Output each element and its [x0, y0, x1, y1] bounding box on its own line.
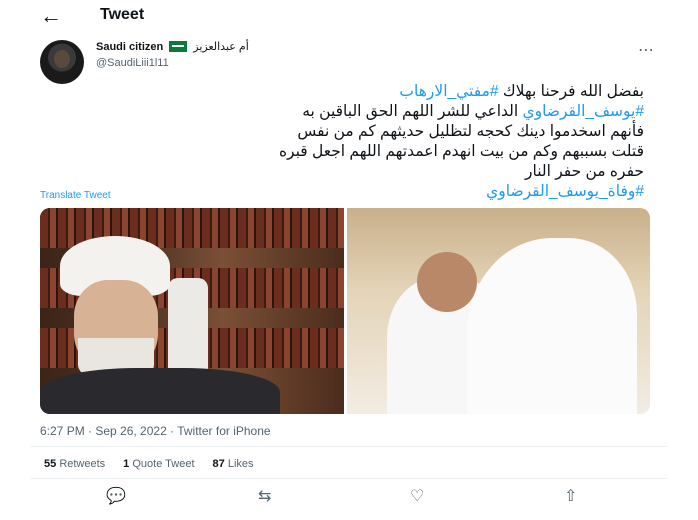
media-image-embrace[interactable] — [346, 208, 650, 414]
person-left-head — [416, 252, 477, 312]
hashtag-death-qaradawi[interactable]: #وفاة_يوسف_القرضاوي — [486, 183, 644, 200]
tweet-line-2: #يوسف_القرضاوي الداعي للشر اللهم الحق ال… — [40, 102, 644, 122]
media-image-portrait[interactable] — [40, 208, 344, 414]
quotes-count: 1 — [123, 458, 130, 470]
retweets-label: Retweets — [59, 458, 106, 470]
quotes-label: Quote Tweet — [132, 458, 195, 470]
tweet-line-2-text: الداعي للشر اللهم الحق الباقين به — [302, 103, 523, 120]
author-name-row: Saudi citizen أم عبدالعزيز — [96, 40, 249, 54]
share-icon[interactable]: ⇧ — [564, 486, 577, 506]
likes-stat[interactable]: 87 Likes — [213, 458, 254, 470]
tweet-line-1-text: بفضل الله فرحنا بهلاك — [498, 83, 644, 100]
reply-icon[interactable]: 💬 — [106, 486, 126, 506]
translate-tweet-link[interactable]: Translate Tweet — [40, 190, 111, 201]
tweet-media — [40, 208, 650, 414]
divider — [30, 446, 668, 447]
retweets-stat[interactable]: 55 Retweets — [44, 458, 105, 470]
tweet-line-5: حفره من حفر النار — [524, 163, 644, 180]
author-name[interactable]: Saudi citizen — [96, 41, 163, 53]
tweet-stats: 55 Retweets 1 Quote Tweet 87 Likes — [44, 458, 254, 470]
more-options-icon[interactable]: ⋯ — [638, 40, 654, 60]
tweet-metadata: 6:27 PM · Sep 26, 2022 · Twitter for iPh… — [40, 424, 271, 438]
retweet-icon[interactable]: ⇆ — [258, 486, 271, 506]
tweet-line-1: بفضل الله فرحنا بهلاك #مفتي_الارهاب — [40, 82, 644, 102]
divider — [30, 478, 668, 479]
likes-label: Likes — [227, 458, 254, 470]
robe — [40, 368, 280, 414]
quotes-stat[interactable]: 1 Quote Tweet — [123, 458, 194, 470]
like-icon[interactable]: ♡ — [410, 486, 424, 506]
author-handle[interactable]: @SaudiLiii1l11 — [96, 57, 169, 69]
likes-count: 87 — [212, 458, 225, 470]
avatar[interactable] — [40, 40, 84, 84]
arrow-left-icon[interactable]: ← — [40, 5, 62, 27]
avatar-face — [54, 50, 70, 68]
person-right — [466, 238, 637, 414]
tweet-line-4: قتلت بسببهم وكم من بيت انهدم اعمدتهم الل… — [278, 143, 644, 160]
hashtag-mufti[interactable]: #مفتي_الارهاب — [399, 83, 498, 100]
author-arabic-name: أم عبدالعزيز — [193, 41, 249, 53]
tweet-line-3: فأنهم اسخدموا دينك كحجه لتظليل حديثهم كم… — [297, 123, 644, 140]
saudi-flag-icon — [169, 41, 188, 52]
page-title: Tweet — [100, 6, 145, 23]
tweet-text: بفضل الله فرحنا بهلاك #مفتي_الارهاب #يوس… — [40, 82, 644, 202]
tweet-line-6: #وفاة_يوسف_القرضاوي — [40, 182, 644, 202]
retweets-count: 55 — [44, 458, 57, 470]
tweet-actions: 💬 ⇆ ♡ ⇧ — [30, 486, 668, 512]
hashtag-qaradawi[interactable]: #يوسف_القرضاوي — [522, 103, 644, 120]
tweet-page: ← Tweet Saudi citizen أم عبدالعزيز @Saud… — [30, 0, 668, 520]
top-bar: ← Tweet — [30, 0, 668, 32]
